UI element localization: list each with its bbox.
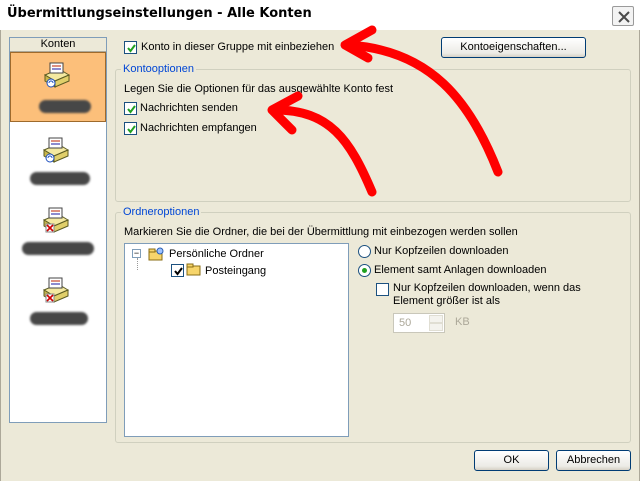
arrow-to-include-checkbox <box>343 40 503 177</box>
annotation-arrows <box>267 25 503 197</box>
